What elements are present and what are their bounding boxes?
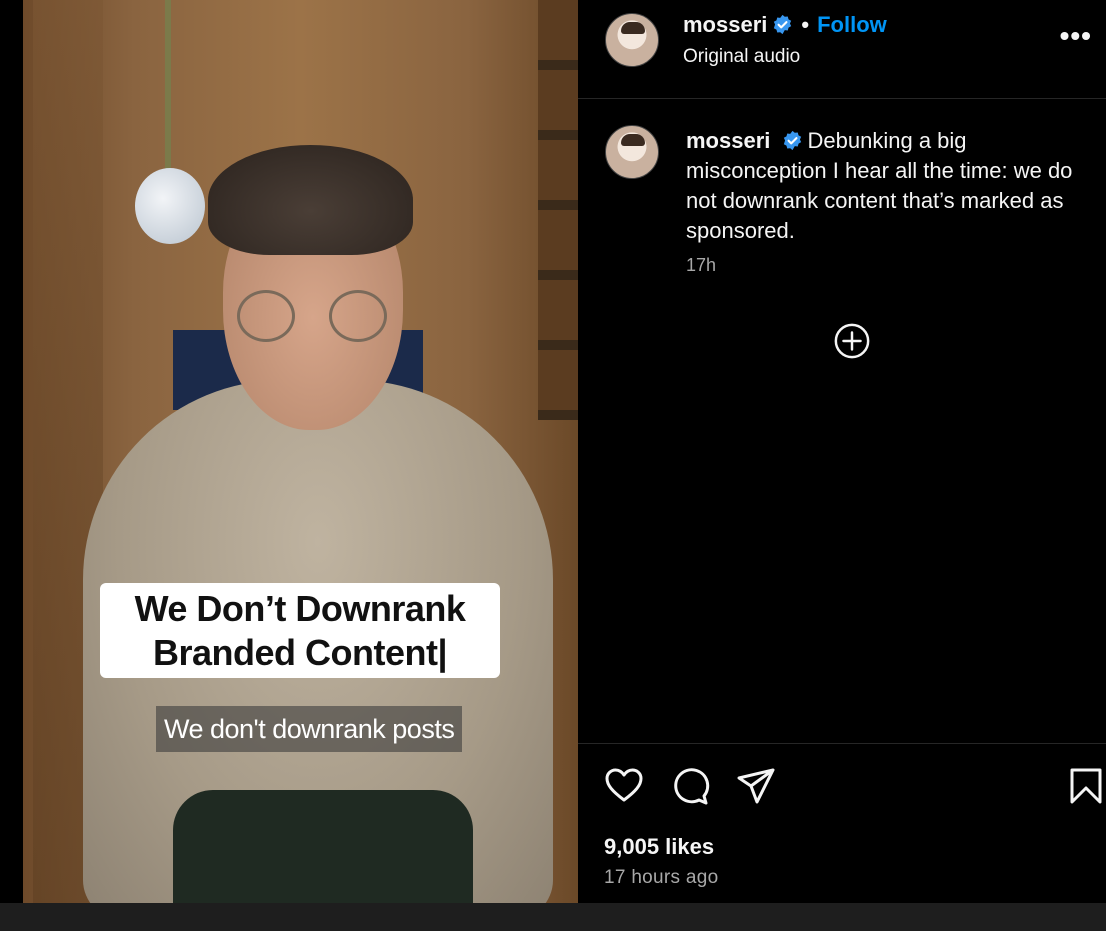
verified-badge-icon: [774, 14, 792, 35]
author-avatar[interactable]: [605, 13, 659, 67]
caption-author-avatar[interactable]: [605, 125, 659, 179]
actions-divider: [578, 743, 1106, 744]
reel-video[interactable]: We Don’t Downrank Branded Content| We do…: [0, 0, 578, 903]
person-hair: [208, 145, 413, 255]
background-bookshelf: [538, 0, 578, 420]
bookmark-icon[interactable]: [1066, 766, 1106, 806]
lamp-globe: [135, 168, 205, 244]
video-subtitle: We don't downrank posts: [156, 706, 463, 752]
post-timestamp[interactable]: 17 hours ago: [604, 867, 719, 889]
person-pants: [173, 790, 473, 903]
verified-badge-icon: [783, 130, 801, 151]
follow-button[interactable]: Follow: [817, 12, 887, 37]
post-caption: mosseri Debunking a big misconception I …: [686, 126, 1086, 246]
video-title-line-2: Branded Content|: [152, 632, 448, 673]
video-title-line-1: We Don’t Downrank: [134, 588, 466, 629]
post-header: mosseri • Follow Original audio •••: [578, 0, 1106, 99]
lamp-rod: [165, 0, 171, 170]
caption-timestamp[interactable]: 17h: [686, 255, 716, 276]
video-title-overlay: We Don’t Downrank Branded Content|: [100, 583, 500, 678]
author-username[interactable]: mosseri: [683, 12, 767, 37]
add-comment-icon[interactable]: [833, 322, 871, 360]
glasses-right-lens: [329, 290, 387, 342]
audio-link[interactable]: Original audio: [683, 46, 800, 68]
heart-icon[interactable]: [604, 766, 644, 806]
caption-author-username[interactable]: mosseri: [686, 128, 770, 153]
post-side-panel: mosseri • Follow Original audio ••• mosser…: [578, 0, 1106, 903]
share-icon[interactable]: [736, 766, 776, 806]
comment-icon[interactable]: [670, 766, 710, 806]
likes-count[interactable]: 9,005 likes: [604, 834, 714, 860]
header-author-line: mosseri • Follow: [683, 12, 887, 38]
bottom-bar: [0, 903, 1106, 931]
header-separator: •: [801, 12, 810, 37]
glasses-left-lens: [237, 290, 295, 342]
more-options-icon[interactable]: •••: [1060, 20, 1092, 52]
video-frame[interactable]: [23, 0, 578, 903]
